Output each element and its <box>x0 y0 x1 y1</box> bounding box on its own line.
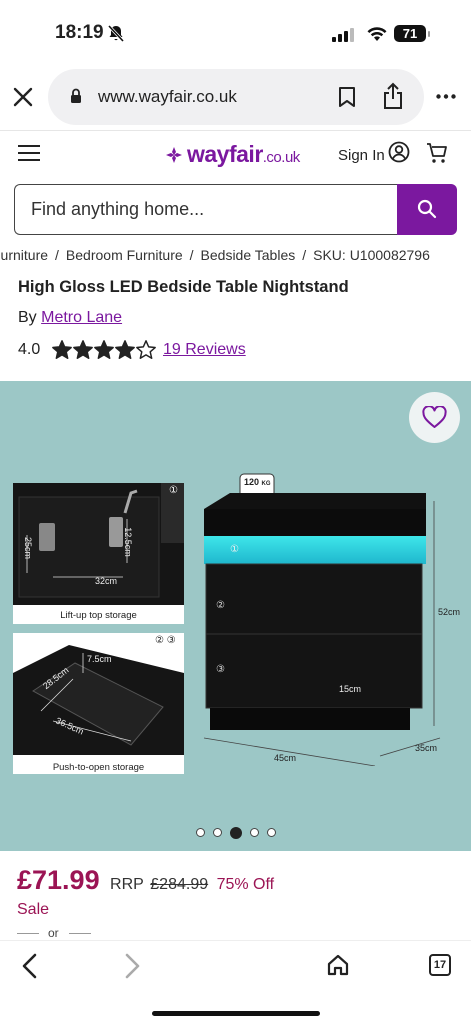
push-to-open-storage-photo: ② ③ 7.5cm 28.5cm 36.5cm <box>13 633 184 755</box>
product-image-gallery[interactable]: ① 25cm 32cm 12.5cm Lift-up top storage ②… <box>0 381 471 851</box>
breadcrumb: Furniture / Bedroom Furniture / Bedside Tabl… <box>0 247 471 267</box>
carousel-dots <box>196 824 284 839</box>
bookmark-icon[interactable] <box>338 86 356 108</box>
carousel-dot[interactable] <box>267 828 276 838</box>
main-depth-dim: 35cm <box>415 743 438 753</box>
lift-up-storage-photo: ① 25cm 32cm 12.5cm <box>13 483 184 605</box>
carousel-dot[interactable] <box>250 828 259 838</box>
lift-up-storage-drawing <box>18 483 184 598</box>
weight-capacity: 120 KG <box>244 477 271 487</box>
sku-label: SKU: U100082796 <box>313 247 430 263</box>
cart-icon[interactable] <box>425 141 449 165</box>
site-header: wayfair.co.uk Sign In <box>0 130 471 178</box>
battery-nub <box>428 31 430 37</box>
search-icon <box>417 199 437 219</box>
lock-icon <box>71 88 81 103</box>
main-drawer-dim: 15cm <box>339 684 362 694</box>
or-line-left <box>17 933 39 934</box>
detail-panel-push-to-open: ② ③ 7.5cm 28.5cm 36.5cm Push-to-open sto… <box>13 633 184 774</box>
detail-panel-lift-up: ① 25cm 32cm 12.5cm Lift-up top storage <box>13 483 184 624</box>
status-time: 18:19 <box>55 22 104 43</box>
discount-badge: 75% Off <box>216 876 275 893</box>
or-divider: or <box>17 926 92 940</box>
star-filled-icon <box>52 340 72 359</box>
cellular-signal-icon <box>332 28 354 42</box>
push-to-open-drawing <box>13 645 184 755</box>
logo-suffix: .co.uk <box>262 149 301 166</box>
drawer-number-2: ② <box>216 600 225 611</box>
main-width-dim: 45cm <box>274 753 297 763</box>
breadcrumb-separator: / <box>55 247 59 263</box>
panel2-caption: Push-to-open storage <box>52 762 145 773</box>
breadcrumb-item-bedroom-furniture[interactable]: Bedroom Furniture <box>66 247 183 263</box>
close-icon[interactable] <box>12 86 34 108</box>
weight-value: 120 <box>244 477 260 487</box>
url-text: www.wayfair.co.uk <box>98 87 237 106</box>
or-text: or <box>48 926 59 940</box>
browser-bar: www.wayfair.co.uk <box>0 66 471 128</box>
sale-label: Sale <box>17 901 50 918</box>
rrp-label: RRP <box>110 876 144 893</box>
panel2-number: ② ③ <box>155 635 176 646</box>
drawer-number-1: ① <box>230 544 239 555</box>
breadcrumb-separator: / <box>302 247 307 263</box>
sign-in-link[interactable]: Sign In <box>338 147 385 164</box>
back-arrow-icon[interactable] <box>20 953 40 979</box>
breadcrumb-separator: / <box>189 247 194 263</box>
home-icon[interactable] <box>326 953 350 977</box>
home-indicator[interactable] <box>152 1011 320 1016</box>
carousel-dot[interactable] <box>213 828 222 838</box>
favorite-button[interactable] <box>409 392 460 443</box>
main-height-dim: 52cm <box>438 607 461 617</box>
panel1-height: 12.5cm <box>122 527 133 557</box>
breadcrumb-item-bedside-tables[interactable]: Bedside Tables <box>201 247 296 263</box>
reviews-link[interactable]: 19 Reviews <box>163 341 246 359</box>
nightstand-illustration <box>203 473 441 766</box>
star-filled-icon <box>73 340 93 359</box>
star-empty-icon <box>136 340 156 359</box>
browser-bottom-toolbar: 17 <box>0 940 471 1024</box>
forward-arrow-icon[interactable] <box>122 953 142 979</box>
search-input[interactable] <box>14 184 398 235</box>
panel1-number: ① <box>169 485 178 496</box>
account-icon[interactable] <box>388 141 410 163</box>
sale-price: £71.99 <box>17 865 100 895</box>
share-icon[interactable] <box>382 82 404 110</box>
rrp-price: £284.99 <box>150 876 209 893</box>
status-bar: 18:19 71 <box>0 0 471 66</box>
drawer-number-3: ③ <box>216 664 225 675</box>
logo-text: wayfair <box>187 141 263 167</box>
panel2-drawer-height: 7.5cm <box>87 654 112 664</box>
heart-icon <box>422 406 447 428</box>
or-line-right <box>69 933 91 934</box>
by-label: By <box>18 309 37 326</box>
star-filled-icon <box>94 340 114 359</box>
tabs-button[interactable]: 17 <box>429 954 451 976</box>
carousel-dot-active[interactable] <box>230 826 242 839</box>
product-title: High Gloss LED Bedside Table Nightstand <box>18 278 349 296</box>
star-filled-icon <box>115 340 135 359</box>
logo-mark-icon <box>166 147 182 163</box>
more-options-icon[interactable] <box>436 94 456 99</box>
panel1-depth: 25cm <box>23 536 34 560</box>
bell-off-icon <box>108 25 124 42</box>
wifi-icon <box>367 27 387 41</box>
panel1-width: 32cm <box>95 576 118 586</box>
brand-link[interactable]: Metro Lane <box>41 309 122 326</box>
rating-value: 4.0 <box>18 341 41 358</box>
search-button[interactable] <box>397 184 457 235</box>
product-byline: By Metro Lane <box>18 309 122 327</box>
search-bar <box>14 184 457 235</box>
wayfair-logo[interactable]: wayfair.co.uk <box>165 141 300 168</box>
address-bar[interactable]: www.wayfair.co.uk <box>48 69 424 125</box>
price-row: £71.99 RRP £284.99 75% Off <box>17 865 274 899</box>
rating-stars <box>51 339 156 366</box>
weight-unit: KG <box>261 481 271 487</box>
menu-icon[interactable] <box>18 144 40 162</box>
carousel-dot[interactable] <box>196 828 205 838</box>
breadcrumb-item-furniture[interactable]: Furniture <box>0 247 48 263</box>
battery-indicator: 71 <box>394 25 426 42</box>
panel1-caption: Lift-up top storage <box>60 610 137 621</box>
